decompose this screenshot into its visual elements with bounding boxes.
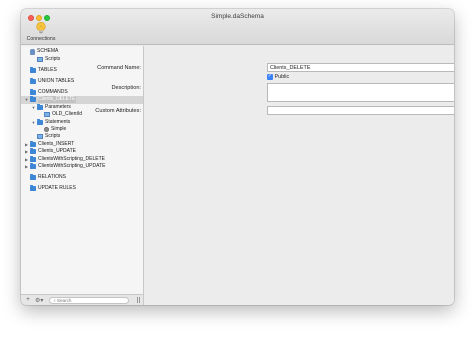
add-button[interactable]: + — [25, 297, 31, 303]
action-gear-icon[interactable]: ⚙▾ — [35, 297, 43, 304]
command-editor: Command Name: ✓ Public Description: Cust… — [95, 46, 454, 305]
tree-item-label: RELATIONS — [38, 174, 66, 181]
title-bar: Simple.daSchema Connections — [21, 9, 454, 45]
tree-item-label: Scripts — [45, 55, 61, 62]
disclosure-closed-icon[interactable]: ▶ — [24, 163, 29, 169]
tree-item-label: Clients_DELETE — [38, 96, 76, 104]
script-icon — [44, 112, 50, 118]
public-label: Public — [274, 74, 290, 80]
folder-icon — [30, 174, 36, 181]
tree-item-label: OLD_ClientId — [52, 111, 83, 118]
tree-item-label: COMMANDS — [38, 88, 68, 95]
folder-icon — [30, 66, 36, 73]
tree-item-label: UPDATE RULES — [38, 185, 76, 192]
search-icon: ⌕ — [53, 297, 56, 303]
sidebar-search-input[interactable] — [56, 297, 127, 303]
tree-item-label: ClientsWithScripting_DELETE — [38, 155, 105, 162]
connections-toolbar-button[interactable]: Connections — [24, 21, 58, 43]
folder-icon — [30, 148, 36, 155]
disclosure-open-icon[interactable]: ▼ — [24, 97, 29, 103]
public-checkbox[interactable]: ✓ — [267, 74, 273, 80]
resize-handle[interactable] — [137, 297, 140, 303]
folder-icon — [30, 88, 36, 95]
custom-attributes-label: Custom Attributes: — [95, 108, 141, 114]
tree-item[interactable]: Scripts — [21, 55, 143, 63]
tree-item-label: Scripts — [45, 133, 61, 140]
tree-item-label: Clients_INSERT — [38, 140, 75, 147]
tree-item-label: UNION TABLES — [38, 77, 75, 84]
sidebar-search-field[interactable]: ⌕ — [49, 296, 130, 304]
disclosure-open-icon[interactable]: ▼ — [31, 119, 36, 125]
disclosure-closed-icon[interactable]: ▶ — [24, 141, 29, 147]
folder-icon — [37, 118, 43, 125]
folder-icon — [30, 185, 36, 192]
folder-icon — [30, 140, 36, 147]
custom-attributes-field[interactable] — [267, 106, 454, 115]
folder-icon — [30, 96, 36, 103]
app-window: Simple.daSchema Connections SCHEMA Script… — [21, 9, 454, 305]
command-name-label: Command Name: — [97, 65, 141, 71]
sidebar-footer: + ⚙▾ ⌕ — [21, 294, 144, 305]
tree-item-label: Clients_UPDATE — [38, 148, 76, 155]
command-name-field[interactable] — [267, 63, 454, 72]
disclosure-closed-icon[interactable]: ▶ — [24, 156, 29, 162]
tree-item[interactable]: ▶ ClientsWithScripting_UPDATE — [21, 162, 143, 171]
public-checkbox-row[interactable]: ✓ Public — [267, 74, 289, 80]
tree-item-label: Statements — [45, 118, 71, 125]
schema-sidebar[interactable]: SCHEMA Scripts TABLES UNION TABLES COMMANDS ▼… — [21, 46, 144, 294]
tree-item-label: TABLES — [38, 66, 57, 73]
tree-item[interactable]: UPDATE RULES — [21, 185, 143, 193]
tree-item-label: SCHEMA — [37, 48, 59, 55]
script-icon — [37, 134, 43, 140]
folder-icon — [30, 155, 36, 162]
disclosure-closed-icon[interactable]: ▶ — [24, 149, 29, 155]
description-field[interactable] — [267, 83, 454, 102]
tree-item-label: Simple — [51, 125, 67, 132]
disclosure-open-icon[interactable]: ▼ — [31, 104, 36, 110]
database-icon — [30, 48, 35, 55]
folder-icon — [37, 103, 43, 110]
description-label: Description: — [111, 85, 141, 91]
gear-icon — [44, 126, 49, 132]
connections-label: Connections — [26, 36, 56, 42]
tree-item[interactable]: RELATIONS — [21, 174, 143, 182]
folder-icon — [30, 162, 36, 169]
folder-icon — [30, 77, 36, 84]
tree-item-label: Parameters — [45, 103, 71, 110]
lightbulb-icon — [36, 21, 46, 34]
window-title: Simple.daSchema — [211, 13, 264, 20]
tree-item-label: ClientsWithScripting_UPDATE — [38, 162, 106, 169]
script-icon — [37, 56, 43, 62]
